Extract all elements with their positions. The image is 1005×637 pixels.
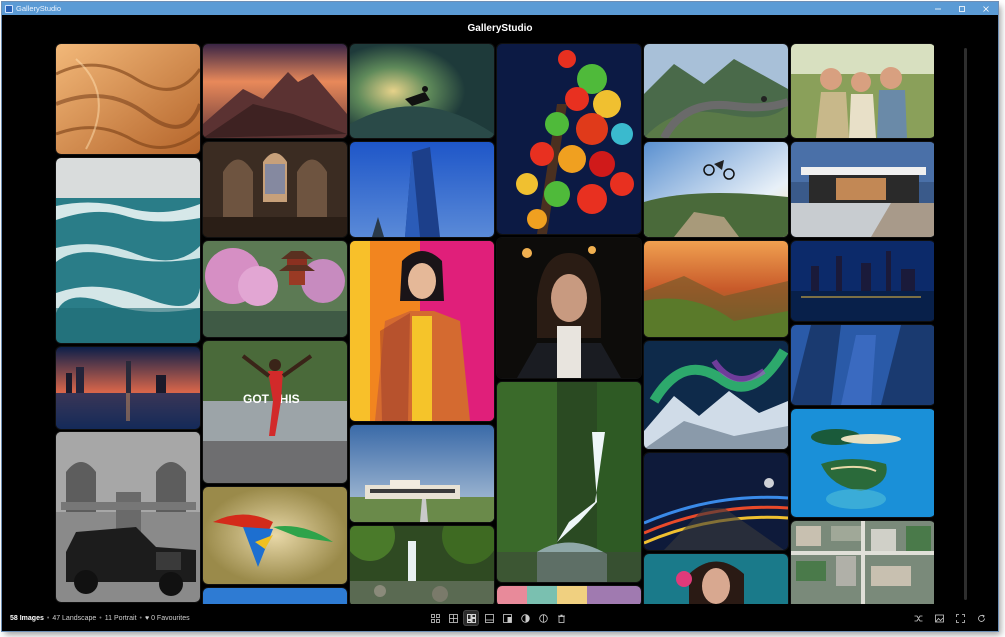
favourites-count: ♥ 0 Favourites <box>144 614 190 622</box>
delete-button[interactable] <box>554 611 568 625</box>
portrait-count: 11 Portrait <box>104 614 137 622</box>
image-icon <box>934 614 944 622</box>
photo-jungle-waterfall[interactable] <box>497 382 641 582</box>
contrast-icon <box>520 613 530 623</box>
separator: • <box>99 614 102 622</box>
photo-tropical-island[interactable] <box>791 409 934 517</box>
svg-text:GOT THIS: GOT THIS <box>243 392 300 406</box>
photo-night-harbor-skyline[interactable] <box>791 241 934 321</box>
photo-desert-dunes[interactable] <box>56 44 200 154</box>
shuffle-button[interactable] <box>911 611 925 625</box>
photo-marathon-runner[interactable]: GOT THIS <box>203 341 347 483</box>
grid-compact-icon <box>430 613 440 623</box>
masonry-icon <box>466 613 476 623</box>
fullscreen-icon <box>955 613 965 623</box>
photo-glass-towers[interactable] <box>791 325 934 405</box>
split-icon <box>502 613 512 623</box>
contrast-button[interactable] <box>518 611 532 625</box>
photo-light-trails-road[interactable] <box>644 453 788 550</box>
split-view-button[interactable] <box>500 611 514 625</box>
photo-mountain-biker[interactable] <box>644 142 788 237</box>
title-bar: GalleryStudio <box>2 2 998 15</box>
grid-button[interactable] <box>446 611 460 625</box>
right-toolbar <box>911 611 988 625</box>
photo-modern-villa[interactable] <box>791 142 934 237</box>
status-bar: 58 Images • 47 Landscape • 11 Portrait •… <box>2 605 998 631</box>
compare-icon <box>538 613 548 623</box>
single-view-button[interactable] <box>482 611 496 625</box>
trash-icon <box>557 614 565 623</box>
app-header: GalleryStudio <box>2 15 998 42</box>
compare-button[interactable] <box>536 611 550 625</box>
shuffle-icon <box>914 615 922 621</box>
photo-japanese-pagoda[interactable] <box>203 241 347 337</box>
masonry-button[interactable] <box>464 611 478 625</box>
grid-icon <box>448 613 458 623</box>
photo-modern-house-field[interactable] <box>350 425 494 522</box>
photo-city-skyline-sunset[interactable] <box>56 347 200 429</box>
refresh-icon <box>977 614 985 622</box>
photo-blue-skyscraper[interactable] <box>350 142 494 237</box>
slideshow-button[interactable] <box>932 611 946 625</box>
photo-ocean-waves[interactable] <box>56 158 200 343</box>
minimize-button[interactable] <box>926 2 950 15</box>
photo-vintage-car[interactable] <box>56 432 200 602</box>
photo-laughing-children[interactable] <box>791 44 934 138</box>
photo-fashion-portrait[interactable] <box>350 241 494 421</box>
photo-mountain-sunset[interactable] <box>203 44 347 138</box>
app-window: GalleryStudio GalleryStudio GOT THIS 58 … <box>2 2 998 631</box>
close-button[interactable] <box>974 2 998 15</box>
photo-cathedral-interior[interactable] <box>203 142 347 237</box>
gallery-stats: 58 Images • 47 Landscape • 11 Portrait •… <box>10 615 190 622</box>
photo-macaw-flying[interactable] <box>203 487 347 584</box>
single-icon <box>484 613 494 623</box>
grid-compact-button[interactable] <box>428 611 442 625</box>
window-controls <box>926 2 998 15</box>
refresh-button[interactable] <box>974 611 988 625</box>
photo-green-valley-sunset[interactable] <box>644 241 788 337</box>
photo-surfer-wave[interactable] <box>350 44 494 138</box>
view-mode-toolbar <box>428 611 568 625</box>
landscape-count: 47 Landscape <box>52 614 97 622</box>
separator: • <box>46 614 50 622</box>
photo-portrait-teal[interactable] <box>644 554 788 604</box>
photo-colorful-strip[interactable] <box>497 586 641 604</box>
photo-aurora-mountains[interactable] <box>644 341 788 449</box>
photo-lantern-festival[interactable] <box>497 44 641 234</box>
app-icon <box>5 4 13 13</box>
photo-aerial-city[interactable] <box>791 521 934 604</box>
photo-sky-blue[interactable] <box>203 588 347 604</box>
photo-gallery: GOT THIS <box>54 42 934 604</box>
photo-mountain-road-skater[interactable] <box>644 44 788 138</box>
maximize-button[interactable] <box>950 2 974 15</box>
image-count: 58 Images <box>10 614 44 622</box>
separator: • <box>139 614 142 622</box>
scrollbar-thumb[interactable] <box>964 48 967 600</box>
vertical-scrollbar[interactable] <box>963 48 968 600</box>
photo-woman-portrait-dark[interactable] <box>497 238 641 378</box>
app-title: GalleryStudio <box>467 23 533 34</box>
window-title: GalleryStudio <box>16 4 62 13</box>
fullscreen-button[interactable] <box>953 611 967 625</box>
photo-forest-waterfall-small[interactable] <box>350 526 494 604</box>
